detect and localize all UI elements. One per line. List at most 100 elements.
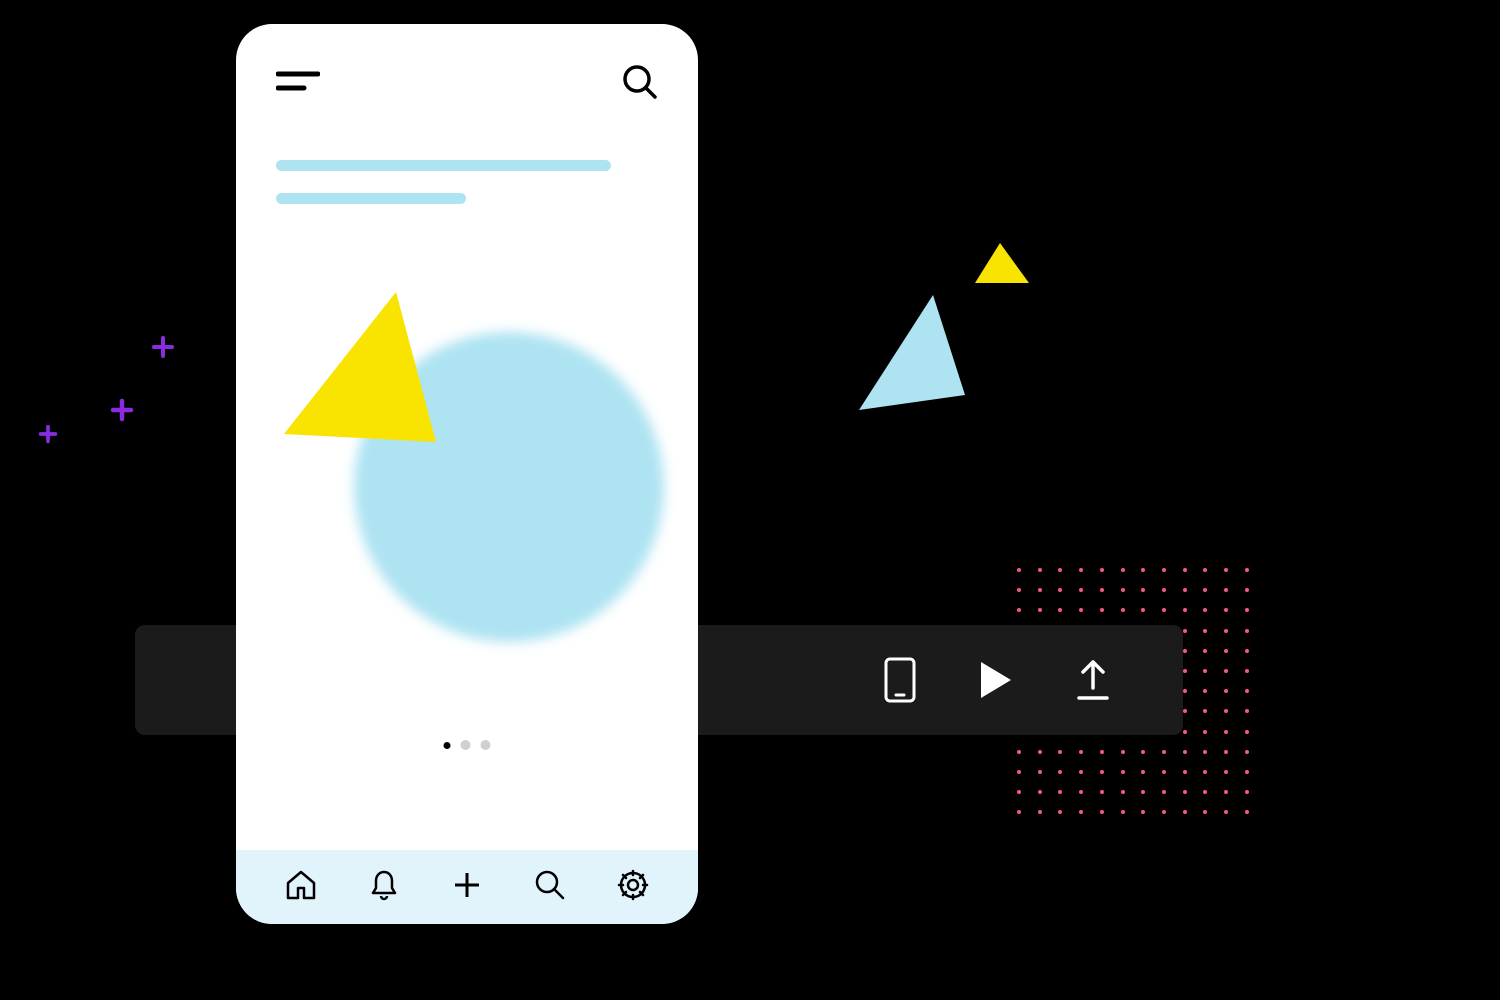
grid-dot xyxy=(1203,568,1207,572)
home-icon[interactable] xyxy=(284,868,318,902)
grid-dot xyxy=(1162,790,1166,794)
app-header xyxy=(236,24,698,120)
grid-dot xyxy=(1038,790,1042,794)
grid-dot xyxy=(1245,588,1249,592)
plus-icon[interactable] xyxy=(450,868,484,902)
search-icon[interactable] xyxy=(622,64,658,100)
grid-dot xyxy=(1079,790,1083,794)
grid-dot xyxy=(1224,770,1228,774)
grid-dot xyxy=(1038,810,1042,814)
grid-dot xyxy=(1121,750,1125,754)
hero-graphic xyxy=(276,284,658,664)
grid-dot xyxy=(1245,689,1249,693)
decorative-triangle-icon xyxy=(973,241,1031,294)
grid-dot xyxy=(1183,629,1187,633)
menu-icon[interactable] xyxy=(276,68,320,96)
grid-dot xyxy=(1245,568,1249,572)
grid-dot xyxy=(1121,770,1125,774)
pagination-dots[interactable] xyxy=(444,740,491,750)
grid-dot xyxy=(1141,810,1145,814)
grid-dot xyxy=(1224,709,1228,713)
grid-dot xyxy=(1058,750,1062,754)
grid-dot xyxy=(1017,810,1021,814)
grid-dot xyxy=(1017,790,1021,794)
grid-dot xyxy=(1224,689,1228,693)
grid-dot xyxy=(1224,730,1228,734)
grid-dot xyxy=(1017,608,1021,612)
grid-dot xyxy=(1162,810,1166,814)
grid-dot xyxy=(1224,750,1228,754)
grid-dot xyxy=(1100,810,1104,814)
grid-dot xyxy=(1121,568,1125,572)
grid-dot xyxy=(1100,608,1104,612)
grid-dot xyxy=(1183,669,1187,673)
grid-dot xyxy=(1203,790,1207,794)
grid-dot xyxy=(1224,649,1228,653)
grid-dot xyxy=(1162,750,1166,754)
grid-dot xyxy=(1100,568,1104,572)
grid-dot xyxy=(1121,588,1125,592)
app-body xyxy=(236,120,698,850)
grid-dot xyxy=(1245,669,1249,673)
plus-icon xyxy=(37,423,59,445)
grid-dot xyxy=(1079,770,1083,774)
page-dot-active[interactable] xyxy=(444,742,451,749)
bottom-nav xyxy=(236,850,698,924)
grid-dot xyxy=(1203,730,1207,734)
bell-icon[interactable] xyxy=(367,868,401,902)
grid-dot xyxy=(1141,588,1145,592)
text-placeholder xyxy=(276,160,611,171)
grid-dot xyxy=(1141,770,1145,774)
decorative-triangle-icon xyxy=(853,290,973,425)
grid-dot xyxy=(1121,608,1125,612)
grid-dot xyxy=(1245,709,1249,713)
grid-dot xyxy=(1245,810,1249,814)
grid-dot xyxy=(1245,770,1249,774)
grid-dot xyxy=(1038,770,1042,774)
grid-dot xyxy=(1100,588,1104,592)
grid-dot xyxy=(1079,810,1083,814)
grid-dot xyxy=(1058,588,1062,592)
grid-dot xyxy=(1058,810,1062,814)
grid-dot xyxy=(1141,750,1145,754)
grid-dot xyxy=(1038,750,1042,754)
grid-dot xyxy=(1224,588,1228,592)
grid-dot xyxy=(1038,568,1042,572)
grid-dot xyxy=(1183,649,1187,653)
grid-dot xyxy=(1141,568,1145,572)
grid-dot xyxy=(1203,588,1207,592)
grid-dot xyxy=(1245,608,1249,612)
grid-dot xyxy=(1183,689,1187,693)
grid-dot xyxy=(1203,629,1207,633)
grid-dot xyxy=(1245,750,1249,754)
grid-dot xyxy=(1245,730,1249,734)
grid-dot xyxy=(1058,770,1062,774)
plus-icon xyxy=(151,335,175,359)
grid-dot xyxy=(1058,608,1062,612)
grid-dot xyxy=(1224,629,1228,633)
grid-dot xyxy=(1224,608,1228,612)
page-dot[interactable] xyxy=(481,740,491,750)
grid-dot xyxy=(1100,790,1104,794)
grid-dot xyxy=(1203,608,1207,612)
grid-dot xyxy=(1038,608,1042,612)
grid-dot xyxy=(1017,588,1021,592)
search-icon[interactable] xyxy=(533,868,567,902)
grid-dot xyxy=(1017,568,1021,572)
grid-dot xyxy=(1017,770,1021,774)
grid-dot xyxy=(1183,790,1187,794)
upload-icon[interactable] xyxy=(1073,658,1113,702)
grid-dot xyxy=(1121,790,1125,794)
grid-dot xyxy=(1183,709,1187,713)
grid-dot xyxy=(1079,608,1083,612)
grid-dot xyxy=(1183,770,1187,774)
page-dot[interactable] xyxy=(461,740,471,750)
grid-dot xyxy=(1224,790,1228,794)
grid-dot xyxy=(1224,669,1228,673)
grid-dot xyxy=(1183,730,1187,734)
play-icon[interactable] xyxy=(977,660,1013,700)
device-icon[interactable] xyxy=(883,656,917,704)
grid-dot xyxy=(1183,750,1187,754)
grid-dot xyxy=(1183,568,1187,572)
gear-icon[interactable] xyxy=(616,868,650,902)
